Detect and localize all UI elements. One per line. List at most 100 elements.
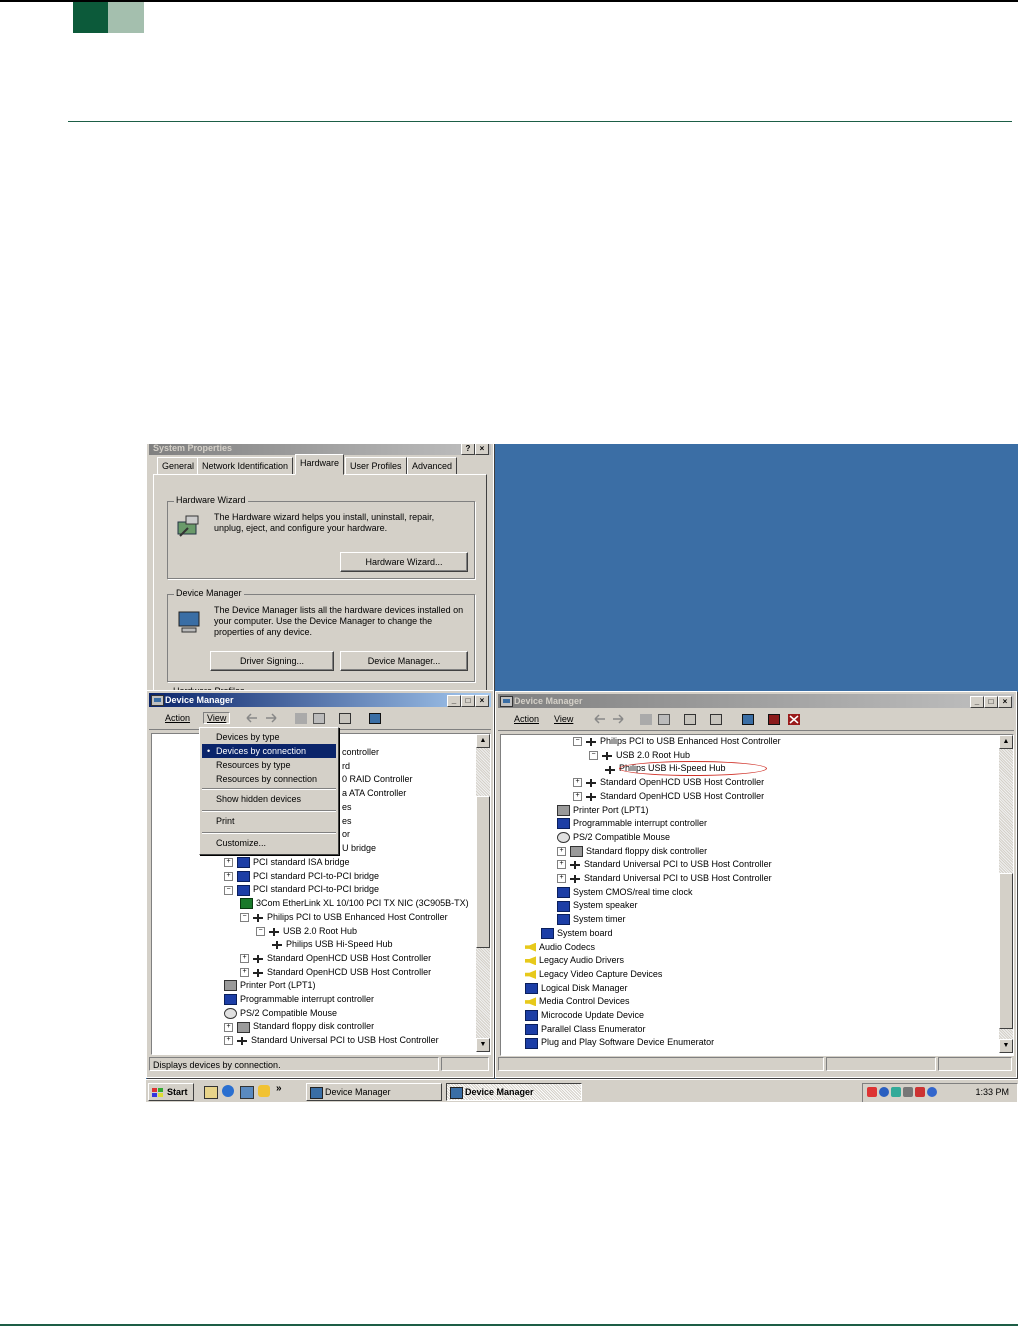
tree-item[interactable]: PS/2 Compatible Mouse xyxy=(224,1007,337,1020)
properties-icon[interactable] xyxy=(339,713,351,724)
minimize-button[interactable]: _ xyxy=(447,695,461,707)
tree-item[interactable]: System speaker xyxy=(557,899,638,912)
tree-item[interactable]: 3Com EtherLink XL 10/100 PCI TX NIC (3C9… xyxy=(240,897,469,910)
menu-action[interactable]: Action xyxy=(514,714,539,724)
help-button[interactable]: ? xyxy=(461,444,475,455)
view-menu-item[interactable]: Show hidden devices xyxy=(202,792,336,806)
tree-item[interactable]: Legacy Audio Drivers xyxy=(525,954,624,967)
tree-item[interactable]: Legacy Video Capture Devices xyxy=(525,968,662,981)
scan-hardware-icon[interactable] xyxy=(369,713,381,724)
tree-item-partial[interactable]: controller xyxy=(342,746,379,759)
tree-item-partial[interactable]: or xyxy=(342,828,350,841)
tab-general[interactable]: General xyxy=(157,457,200,475)
tab-hardware[interactable]: Hardware xyxy=(295,454,345,475)
expand-icon[interactable]: + xyxy=(224,1022,233,1032)
tree-item[interactable]: + Standard floppy disk controller xyxy=(224,1020,374,1033)
back-arrow-icon[interactable] xyxy=(594,714,606,725)
collapse-icon[interactable]: − xyxy=(573,737,582,747)
tab-advanced[interactable]: Advanced xyxy=(407,457,458,475)
scroll-up-button[interactable]: ▲ xyxy=(476,734,490,748)
view-menu-item[interactable]: • Devices by connection xyxy=(202,744,336,758)
device-manager-left-titlebar[interactable]: Device Manager _ □ × xyxy=(149,693,491,707)
tree-item[interactable]: − PCI standard PCI-to-PCI bridge xyxy=(224,883,379,896)
tree-item[interactable]: + PCI standard ISA bridge xyxy=(224,856,350,869)
device-tree[interactable]: − Philips PCI to USB Enhanced Host Contro… xyxy=(500,734,1014,1056)
help-icon[interactable] xyxy=(710,714,722,725)
expand-icon[interactable]: + xyxy=(573,778,582,788)
tab-network-identification[interactable]: Network Identification xyxy=(197,457,294,475)
tree-item[interactable]: Microcode Update Device xyxy=(525,1009,644,1022)
close-button[interactable]: × xyxy=(998,696,1012,708)
tree-item[interactable]: + Standard Universal PCI to USB Host Cont… xyxy=(224,1034,439,1047)
forward-arrow-icon[interactable] xyxy=(265,713,277,724)
tree-item[interactable]: Philips USB Hi-Speed Hub xyxy=(272,938,393,951)
expand-icon[interactable]: + xyxy=(557,874,566,884)
close-button[interactable]: × xyxy=(475,444,489,455)
collapse-icon[interactable]: − xyxy=(240,912,249,922)
expand-icon[interactable]: + xyxy=(557,846,566,856)
network-tray-icon[interactable] xyxy=(879,1087,889,1097)
view-menu-item[interactable]: Customize... xyxy=(202,836,336,850)
disable-icon[interactable] xyxy=(788,714,800,725)
tree-item[interactable]: Audio Codecs xyxy=(525,941,595,954)
scroll-up-button[interactable]: ▲ xyxy=(999,735,1013,749)
tree-item-partial[interactable]: U bridge xyxy=(342,842,376,855)
expand-icon[interactable]: + xyxy=(224,858,233,868)
collapse-icon[interactable]: − xyxy=(256,926,265,936)
tree-item[interactable]: Programmable interrupt controller xyxy=(224,993,374,1006)
tree-item[interactable]: + Standard Universal PCI to USB Host Cont… xyxy=(557,872,772,885)
view-menu-item[interactable]: Devices by type xyxy=(202,730,336,744)
internet-explorer-icon[interactable] xyxy=(222,1085,234,1097)
outlook-icon[interactable] xyxy=(240,1086,254,1099)
expand-icon[interactable]: + xyxy=(224,1036,233,1046)
view-menu-item[interactable]: Resources by connection xyxy=(202,772,336,786)
taskbar-device-manager-1[interactable]: Device Manager xyxy=(306,1083,442,1101)
tree-item[interactable]: + PCI standard PCI-to-PCI bridge xyxy=(224,870,379,883)
antivirus-tray-icon[interactable] xyxy=(915,1087,925,1097)
tree-item-partial[interactable]: es xyxy=(342,815,352,828)
scroll-thumb[interactable] xyxy=(999,873,1013,1029)
expand-icon[interactable]: + xyxy=(573,791,582,801)
hardware-tray-icon[interactable] xyxy=(891,1087,901,1097)
back-arrow-icon[interactable] xyxy=(246,713,258,724)
tree-item[interactable]: Printer Port (LPT1) xyxy=(557,804,649,817)
properties-icon[interactable] xyxy=(684,714,696,725)
tab-user-profiles[interactable]: User Profiles xyxy=(345,457,407,475)
start-button[interactable]: Start xyxy=(148,1083,194,1101)
driver-signing-button[interactable]: Driver Signing... xyxy=(210,651,334,671)
tree-item[interactable]: + Standard floppy disk controller xyxy=(557,845,707,858)
device-manager-right-titlebar[interactable]: Device Manager _ □ × xyxy=(498,694,1014,708)
tree-item[interactable]: − USB 2.0 Root Hub xyxy=(589,749,690,762)
tree-item[interactable]: Parallel Class Enumerator xyxy=(525,1023,646,1036)
show-hide-tree-icon[interactable] xyxy=(313,713,325,724)
tree-item[interactable]: Media Control Devices xyxy=(525,995,630,1008)
expand-icon[interactable]: + xyxy=(224,871,233,881)
tree-item[interactable]: Plug and Play Software Device Enumerator xyxy=(525,1036,714,1049)
tree-item[interactable]: Programmable interrupt controller xyxy=(557,817,707,830)
scroll-down-button[interactable]: ▼ xyxy=(476,1038,490,1052)
maximize-button[interactable]: □ xyxy=(984,696,998,708)
device-manager-button[interactable]: Device Manager... xyxy=(340,651,468,671)
tree-item[interactable]: + Standard OpenHCD USB Host Controller xyxy=(573,790,764,803)
tree-item[interactable]: + Standard Universal PCI to USB Host Cont… xyxy=(557,858,772,871)
menu-view[interactable]: View xyxy=(554,714,573,724)
expand-icon[interactable]: + xyxy=(240,967,249,977)
tree-item-partial[interactable]: 0 RAID Controller xyxy=(342,773,413,786)
tree-item[interactable]: − USB 2.0 Root Hub xyxy=(256,925,357,938)
tree-item-partial[interactable]: rd xyxy=(342,760,350,773)
vertical-scrollbar[interactable]: ▲ ▼ xyxy=(999,735,1013,1053)
view-menu-item[interactable]: Print xyxy=(202,814,336,828)
tree-item[interactable]: System CMOS/real time clock xyxy=(557,886,693,899)
expand-icon[interactable]: + xyxy=(240,954,249,964)
tree-item[interactable]: System timer xyxy=(557,913,626,926)
minimize-button[interactable]: _ xyxy=(970,696,984,708)
alert-tray-icon[interactable] xyxy=(867,1087,877,1097)
printer-tray-icon[interactable] xyxy=(903,1087,913,1097)
media-icon[interactable] xyxy=(258,1085,270,1097)
tree-item[interactable]: + Standard OpenHCD USB Host Controller xyxy=(240,952,431,965)
tree-item[interactable]: + Standard OpenHCD USB Host Controller xyxy=(240,966,431,979)
tree-item-partial[interactable]: es xyxy=(342,801,352,814)
show-desktop-icon[interactable] xyxy=(204,1086,218,1099)
scan-hardware-icon[interactable] xyxy=(742,714,754,725)
tree-item[interactable]: System board xyxy=(541,927,613,940)
